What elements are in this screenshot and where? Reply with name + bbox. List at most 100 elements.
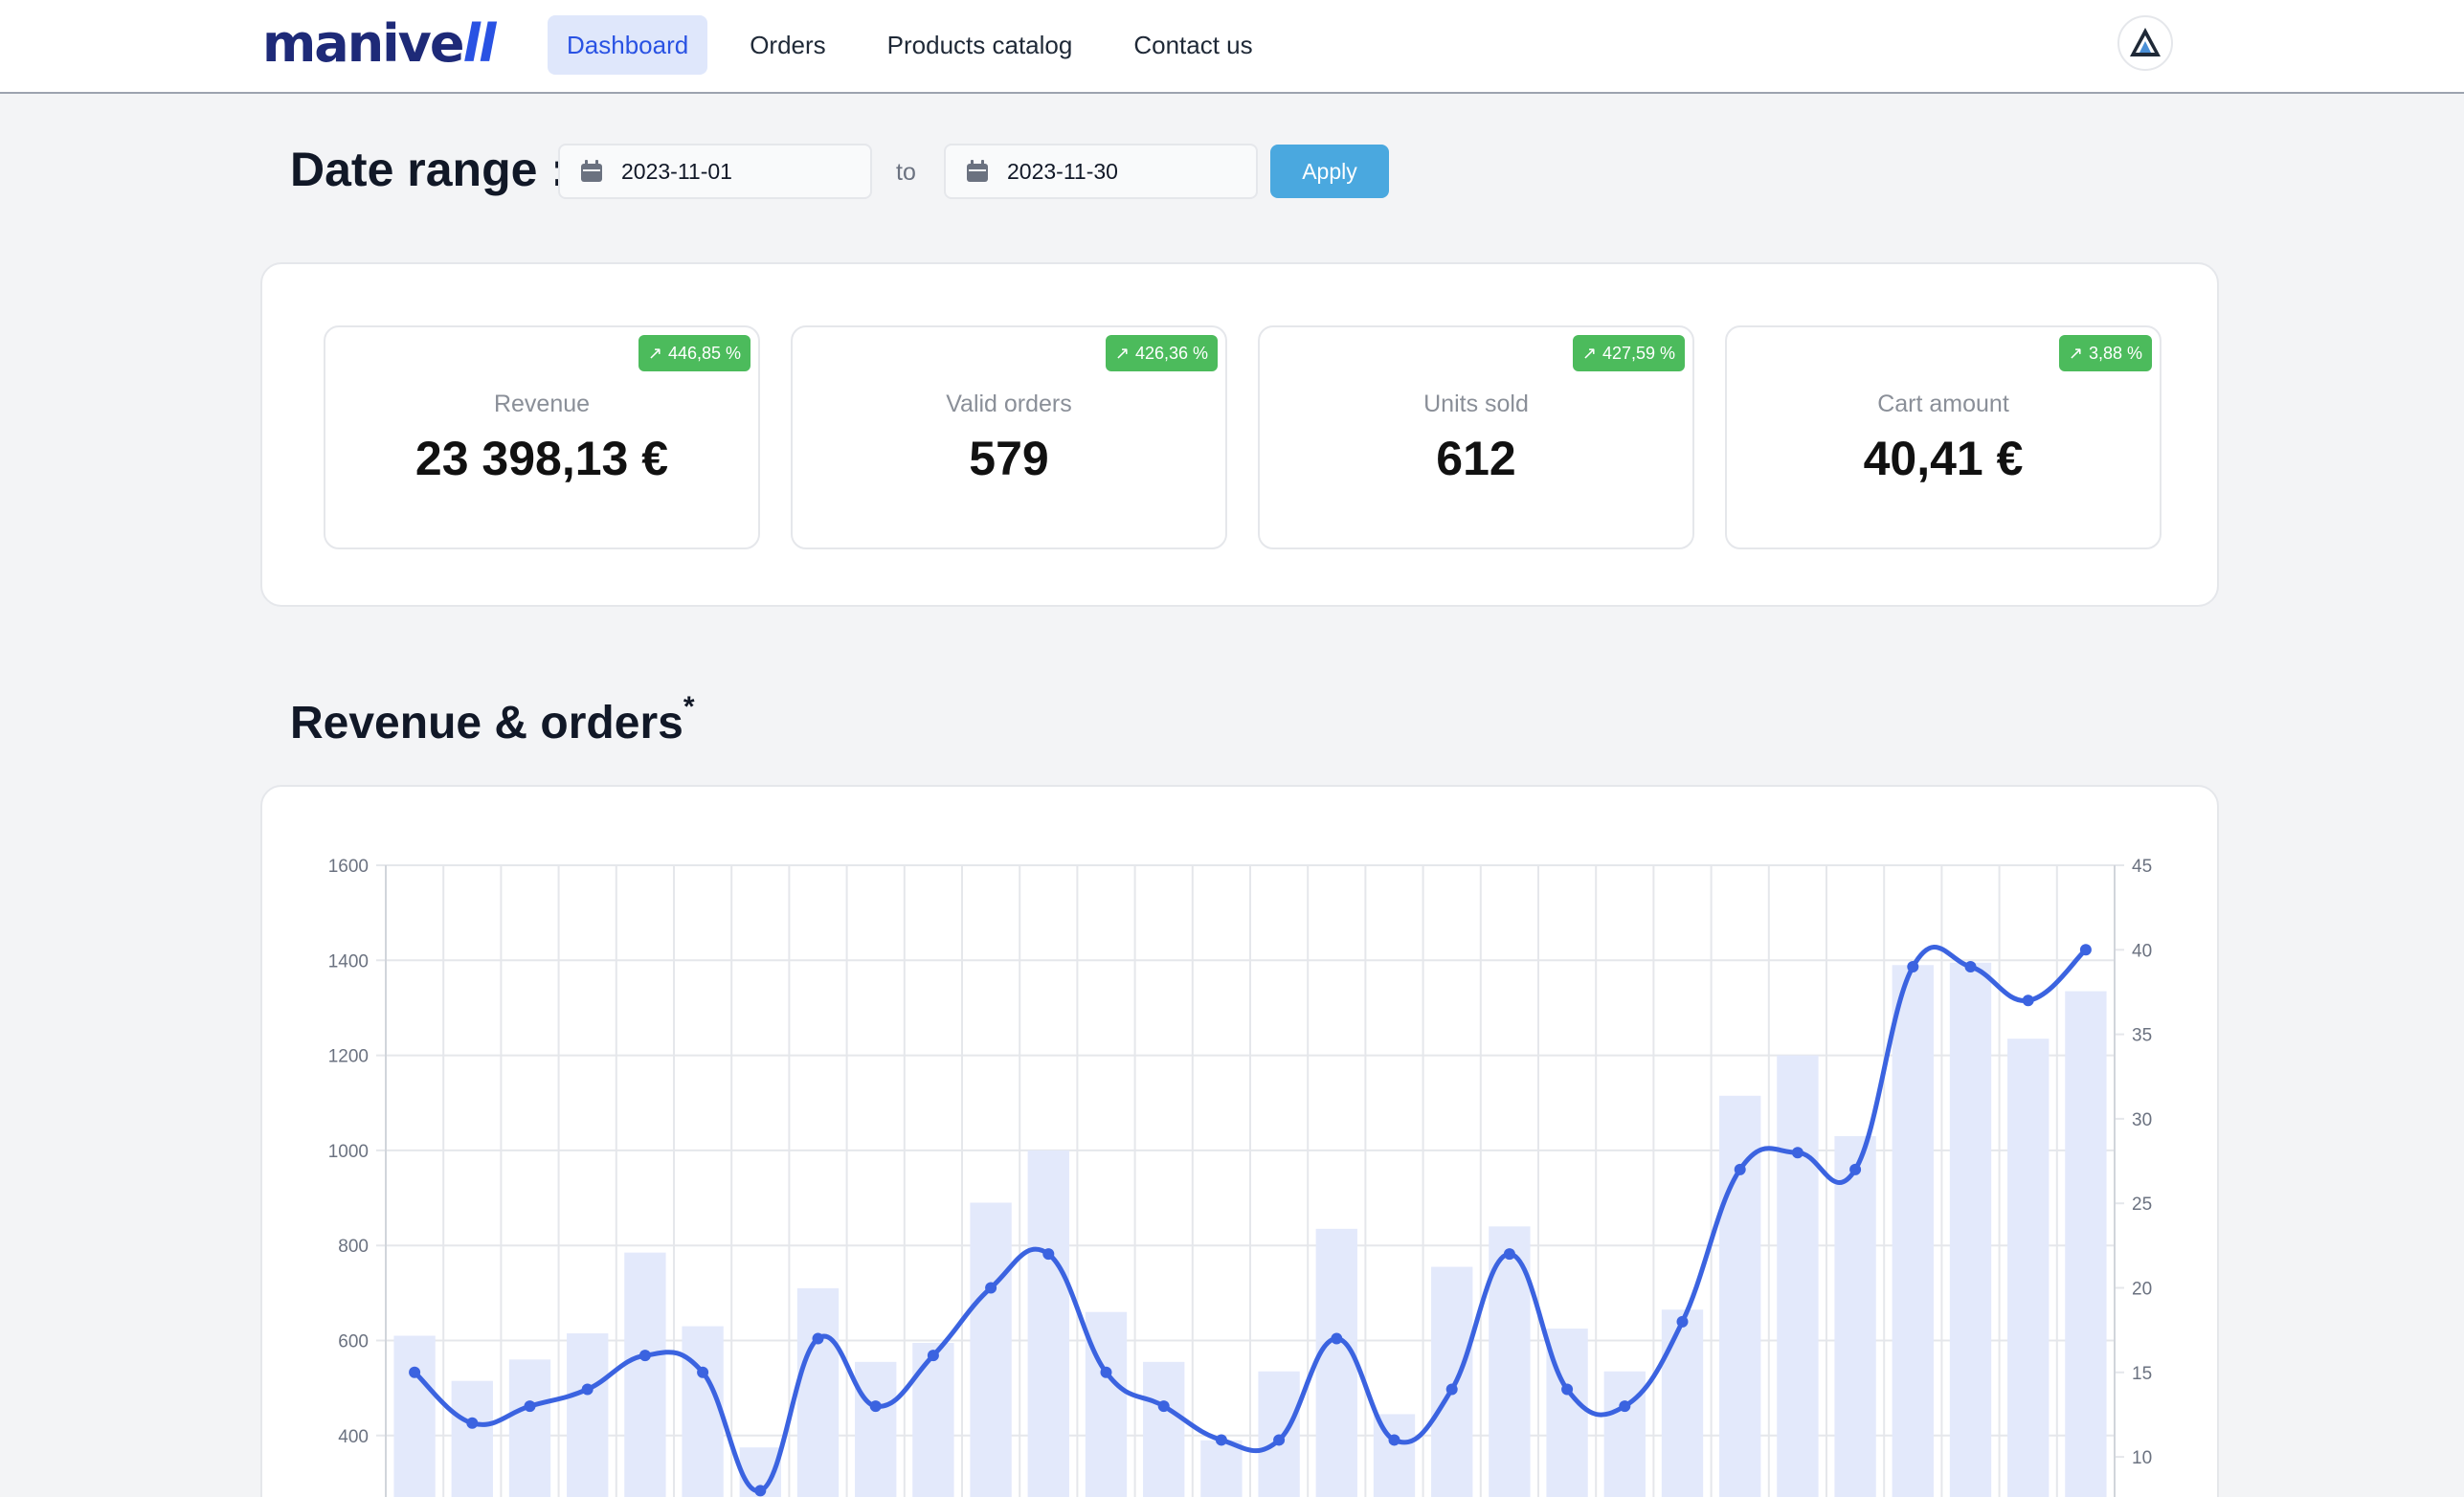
bar-revenue [1143,1361,1185,1497]
chart-section-title: Revenue & orders* [290,691,695,749]
y-left-tick-label: 400 [338,1427,369,1447]
bar-revenue [2065,991,2107,1497]
orders-point [1676,1315,1689,1328]
stat-label: Cart amount [1877,391,2009,417]
stat-label: Valid orders [946,391,1072,417]
stat-change-badge: ↗ 427,59 % [1572,335,1685,371]
stat-value: 612 [1436,432,1516,485]
bar-revenue [508,1359,551,1497]
orders-point [1561,1383,1574,1396]
nav-item-products-catalog[interactable]: Products catalog [868,15,1092,75]
start-date-input[interactable]: 2023-11-01 [558,144,872,199]
stat-card-units-sold: ↗ 427,59 % Units sold 612 [1258,325,1694,549]
stat-card-cart-amount: ↗ 3,88 % Cart amount 40,41 € [1725,325,2162,549]
y-left-tick-label: 1000 [328,1142,369,1162]
orders-point [927,1350,939,1362]
trend-up-icon: ↗ [647,343,662,363]
y-right-tick-label: 40 [2132,941,2152,961]
stat-change-value: 426,36 % [1134,343,1208,363]
brand-logo[interactable]: manivell [262,13,497,74]
bar-revenue [393,1335,436,1497]
bar-revenue [1315,1228,1357,1497]
bar-revenue [1258,1371,1300,1497]
orders-point [1100,1366,1112,1378]
stat-label: Units sold [1423,391,1529,417]
orders-point [581,1383,594,1396]
orders-point [812,1332,824,1345]
orders-point [638,1350,651,1362]
orders-point [409,1366,421,1378]
orders-point [1964,960,1977,972]
user-avatar[interactable] [2117,15,2173,71]
y-right-tick-label: 35 [2132,1026,2152,1046]
user-avatar-icon [2130,28,2161,56]
orders-point [2079,944,2092,956]
stat-change-badge: ↗ 3,88 % [2058,335,2152,371]
orders-point [1619,1400,1631,1413]
orders-point [754,1485,767,1497]
orders-point [1157,1400,1170,1413]
stat-change-value: 3,88 % [2088,343,2142,363]
orders-point [985,1282,997,1294]
bar-revenue [451,1380,493,1497]
stat-change-value: 446,85 % [667,343,741,363]
orders-point [1331,1332,1343,1345]
trend-up-icon: ↗ [1114,343,1130,363]
calendar-icon [967,160,988,182]
apply-button[interactable]: Apply [1270,145,1389,198]
y-left-tick-label: 600 [338,1332,369,1352]
nav-item-orders[interactable]: Orders [730,15,844,75]
date-range-title: Date range : [290,143,567,196]
stat-value: 40,41 € [1863,432,2024,485]
bar-revenue [1834,1136,1876,1497]
stat-card-revenue: ↗ 446,85 % Revenue 23 398,13 € [324,325,760,549]
trend-up-icon: ↗ [2068,343,2083,363]
calendar-icon [581,160,602,182]
start-date-value: 2023-11-01 [621,158,732,184]
orders-point [1503,1248,1515,1261]
orders-point [1791,1147,1803,1159]
y-right-tick-label: 20 [2132,1280,2152,1300]
bar-revenue [624,1252,666,1497]
stat-label: Revenue [493,391,591,417]
orders-point [869,1400,882,1413]
stat-change-value: 427,59 % [1602,343,1675,363]
bar-revenue [1661,1309,1704,1497]
bar-revenue [855,1361,897,1497]
end-date-input[interactable]: 2023-11-30 [944,144,1258,199]
bar-revenue [1431,1266,1473,1497]
orders-point [466,1417,479,1429]
orders-point [1734,1163,1746,1175]
y-left-tick-label: 1200 [328,1047,369,1067]
bar-revenue [796,1287,840,1497]
y-right-tick-label: 25 [2132,1195,2152,1215]
bar-revenue [1892,965,1934,1497]
top-navbar: manivell Dashboard Orders Products catal… [0,0,2464,94]
bar-revenue [1949,962,1992,1497]
chart-panel: 400 600 800 1000 1200 1400 1600 10 15 20 25 30 35 40 4… [260,785,2219,1497]
logo-text: manive [262,13,464,74]
stat-card-valid-orders: ↗ 426,36 % Valid orders 579 [791,325,1227,549]
bar-revenue [682,1326,724,1497]
bar-revenue [1027,1150,1069,1497]
orders-point [1445,1383,1458,1396]
y-left-tick-label: 1400 [328,951,369,972]
orders-point [524,1400,536,1413]
y-right-tick-label: 30 [2132,1110,2152,1130]
bar-revenue [970,1202,1012,1497]
orders-point [697,1366,709,1378]
main-nav: Dashboard Orders Products catalog Contac… [548,15,1295,75]
orders-point [1042,1248,1055,1261]
nav-item-dashboard[interactable]: Dashboard [548,15,708,75]
stats-panel: ↗ 446,85 % Revenue 23 398,13 € ↗ 426,36 % … [260,262,2219,607]
orders-point [1215,1434,1227,1446]
bar-revenue [912,1342,954,1497]
orders-point [1849,1163,1862,1175]
end-date-value: 2023-11-30 [1007,158,1118,184]
stat-value: 579 [969,432,1049,485]
bar-revenue [1603,1371,1646,1497]
nav-item-contact-us[interactable]: Contact us [1114,15,1271,75]
chart-title-text: Revenue & orders [290,698,683,748]
bar-revenue [1777,1055,1819,1497]
orders-point [1388,1434,1400,1446]
